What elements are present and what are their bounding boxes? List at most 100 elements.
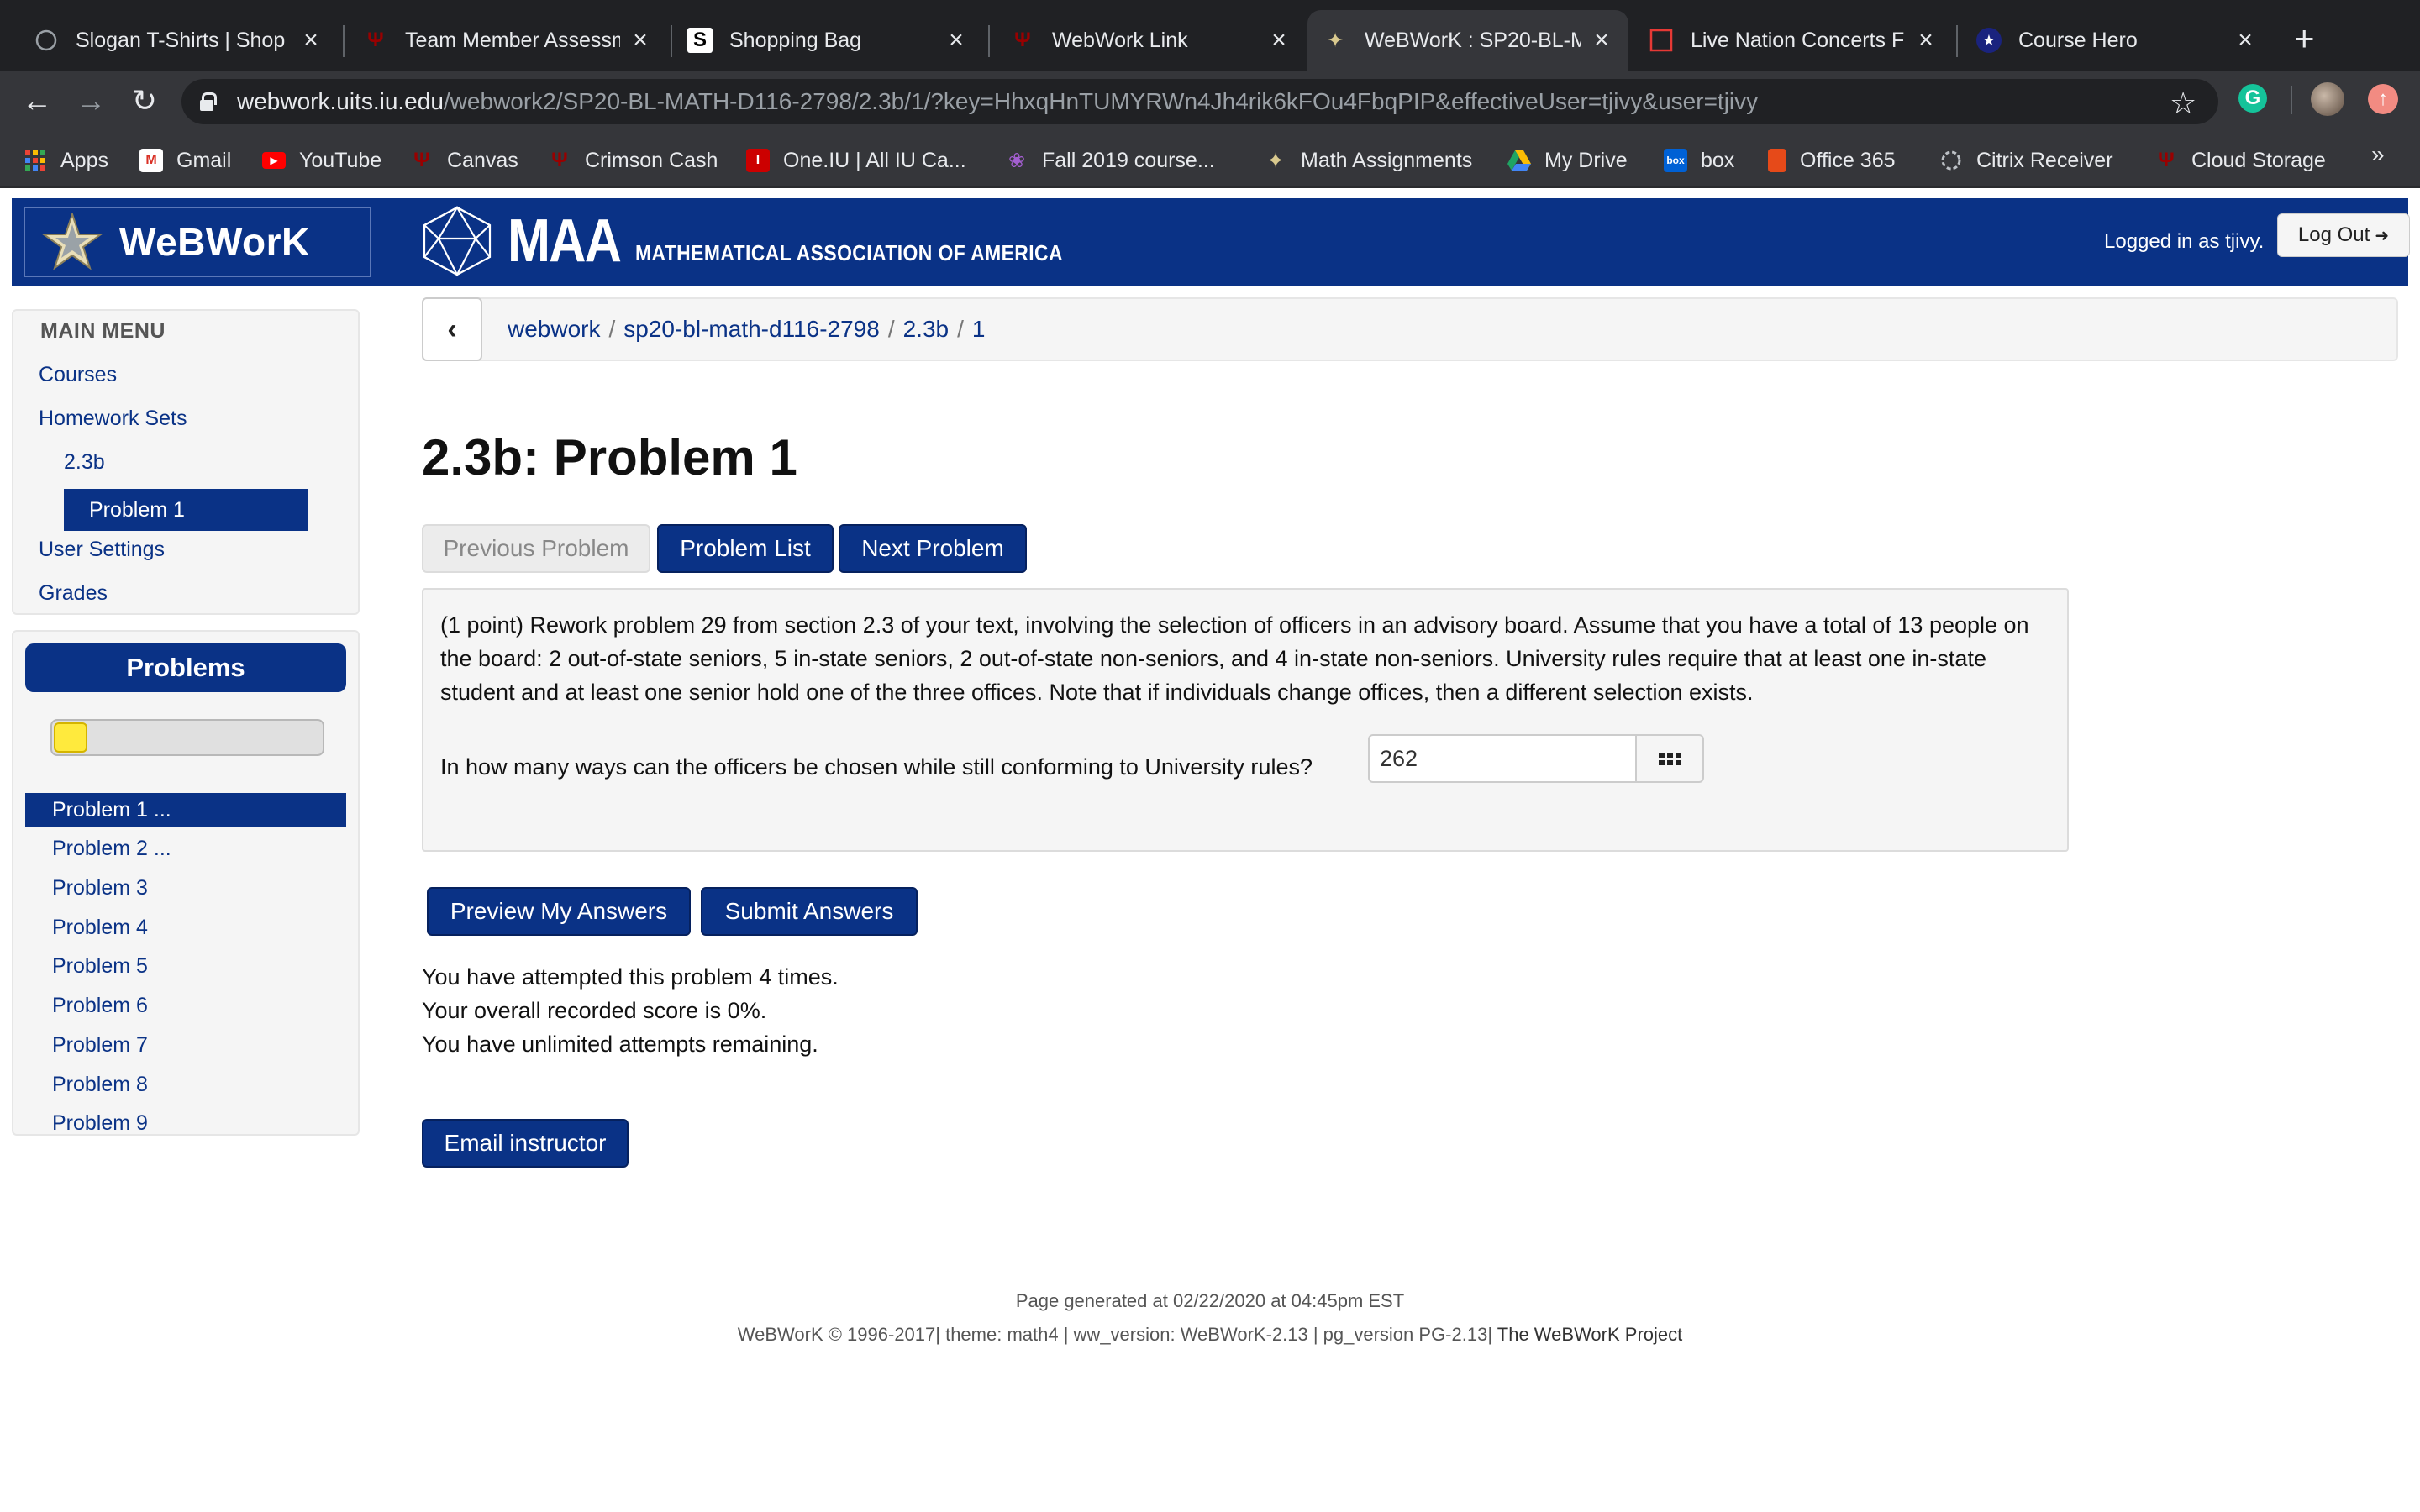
close-icon[interactable]: × (1267, 26, 1291, 55)
back-arrow-icon[interactable]: ← (20, 83, 54, 118)
webwork-logo[interactable]: WeBWorK (24, 207, 371, 277)
browser-tab[interactable]: Ψ WebWork Link × (995, 10, 1306, 71)
breadcrumb-webwork[interactable]: webwork (508, 316, 600, 342)
answer-input[interactable]: 262 (1368, 734, 1639, 783)
course-hero-icon: ★ (1976, 28, 2002, 53)
tab-title: WeBWorK : SP20-BL-M (1365, 28, 1581, 52)
s-logo-icon: S (687, 28, 713, 53)
sign-out-icon: ➜ (2375, 226, 2390, 245)
equation-editor-button[interactable] (1635, 734, 1704, 783)
footer-generated: Page generated at 02/22/2020 at 04:45pm … (1015, 1290, 1405, 1311)
browser-tab[interactable]: Slogan T-Shirts | Shop × (18, 10, 338, 71)
bookmark-fall-2019[interactable]: ❀ Fall 2019 course... (1005, 144, 1215, 176)
previous-problem-button[interactable]: Previous Problem (422, 524, 650, 573)
maa-logo[interactable]: MAA MATHEMATICAL ASSOCIATION OF AMERICA (420, 203, 1121, 279)
browser-tab-active[interactable]: ✦ WeBWorK : SP20-BL-M × (1307, 10, 1628, 71)
problem-link-5[interactable]: Problem 5 (25, 949, 346, 983)
progress-bar-fill (54, 722, 87, 753)
reload-icon[interactable]: ↻ (128, 83, 161, 118)
grammarly-icon[interactable]: G (2238, 84, 2267, 113)
sidebar-item-homework-sets[interactable]: Homework Sets (39, 407, 187, 431)
email-instructor-button[interactable]: Email instructor (422, 1119, 629, 1168)
webwork-star-icon: ✦ (1326, 29, 1344, 52)
apps-grid-icon (24, 149, 47, 172)
close-icon[interactable]: × (299, 26, 323, 55)
bookmark-math-assignments[interactable]: ✦ Math Assignments (1264, 144, 1472, 176)
browser-tab[interactable]: Ψ Team Member Assessm × (348, 10, 667, 71)
bookmark-cloud-storage[interactable]: Ψ Cloud Storage (2154, 144, 2326, 176)
remaining-attempts-status: You have unlimited attempts remaining. (422, 1032, 818, 1057)
breadcrumb-course[interactable]: sp20-bl-math-d116-2798 (623, 316, 880, 342)
sidebar-item-user-settings[interactable]: User Settings (39, 538, 165, 562)
bookmark-canvas[interactable]: Ψ Canvas (410, 144, 518, 176)
footer-version: WeBWorK © 1996-2017| theme: math4 | ww_v… (0, 1324, 2420, 1346)
problem-link-8[interactable]: Problem 8 (25, 1068, 346, 1101)
forward-arrow-icon[interactable]: → (74, 83, 108, 118)
tab-title: WebWork Link (1052, 28, 1188, 52)
problem-link-3[interactable]: Problem 3 (25, 871, 346, 905)
browser-tab[interactable]: ★ Course Hero × (1961, 10, 2272, 71)
maa-logo-text: MAA (508, 207, 622, 275)
next-problem-button[interactable]: Next Problem (839, 524, 1027, 573)
problem-link-4[interactable]: Problem 4 (25, 911, 346, 944)
close-icon[interactable]: × (2233, 26, 2257, 55)
live-nation-icon (1649, 28, 1674, 53)
score-status: Your overall recorded score is 0%. (422, 998, 767, 1023)
problems-title: Problems (25, 643, 346, 692)
update-arrow-icon[interactable]: ↑ (2368, 84, 2398, 114)
citrix-icon (1939, 149, 1963, 172)
bookmark-office-365[interactable]: Office 365 (1768, 144, 1896, 176)
breadcrumb: ‹ webwork / sp20-bl-math-d116-2798 / 2.3b / 1 (422, 297, 2398, 361)
sidebar-item-courses[interactable]: Courses (39, 363, 117, 387)
page-title: 2.3b: Problem 1 (422, 429, 797, 486)
bookmark-label: Crimson Cash (585, 148, 718, 172)
problem-link-7[interactable]: Problem 7 (25, 1028, 346, 1062)
bookmark-label: Gmail (176, 148, 232, 172)
bookmark-one-iu[interactable]: I One.IU | All IU Ca... (746, 144, 966, 176)
logged-in-status: Logged in as tjivy. (2104, 230, 2265, 253)
bookmark-my-drive[interactable]: My Drive (1507, 144, 1628, 176)
bookmark-apps[interactable]: Apps (24, 144, 108, 176)
tab-title: Team Member Assessm (405, 28, 620, 52)
submit-answers-button[interactable]: Submit Answers (701, 887, 918, 936)
close-icon[interactable]: × (1914, 26, 1938, 55)
bookmark-label: Cloud Storage (2191, 148, 2326, 172)
close-icon[interactable]: × (629, 26, 652, 55)
bookmark-gmail[interactable]: M Gmail (139, 144, 231, 176)
iu-trident-icon: Ψ (551, 149, 568, 171)
problem-link-1[interactable]: Problem 1 ... (25, 793, 346, 827)
breadcrumb-separator: / (608, 316, 616, 342)
webwork-star-icon: ✦ (1266, 147, 1285, 173)
browser-tab[interactable]: S Shopping Bag × (672, 10, 983, 71)
iu-trident-icon: Ψ (367, 29, 384, 51)
bookmark-box[interactable]: box box (1664, 144, 1734, 176)
logout-button[interactable]: Log Out ➜ (2277, 213, 2410, 257)
bookmark-youtube[interactable]: ▶ YouTube (262, 144, 381, 176)
bookmark-citrix[interactable]: Citrix Receiver (1939, 144, 2113, 176)
more-bookmarks-icon[interactable]: » (2371, 141, 2385, 168)
profile-avatar[interactable] (2311, 82, 2344, 116)
problem-link-2[interactable]: Problem 2 ... (25, 832, 346, 865)
sidebar-item-grades[interactable]: Grades (39, 581, 108, 606)
breadcrumb-set[interactable]: 2.3b (903, 316, 950, 342)
progress-bar (50, 719, 324, 756)
bookmarks-bar: Apps M Gmail ▶ YouTube Ψ Canvas Ψ Crimso… (0, 133, 2420, 188)
breadcrumb-problem[interactable]: 1 (972, 316, 986, 342)
browser-tab[interactable]: Live Nation Concerts F × (1634, 10, 1953, 71)
problem-link-6[interactable]: Problem 6 (25, 989, 346, 1022)
bookmark-label: Citrix Receiver (1976, 148, 2113, 172)
address-bar[interactable]: webwork.uits.iu.edu/webwork2/SP20-BL-MAT… (182, 79, 2218, 124)
webwork-project-link[interactable]: The WeBWorK Project (1497, 1324, 1682, 1345)
new-tab-icon[interactable]: + (2294, 18, 2315, 59)
preview-answers-button[interactable]: Preview My Answers (427, 887, 691, 936)
problem-list-button[interactable]: Problem List (657, 524, 834, 573)
bookmark-star-icon[interactable]: ☆ (2170, 86, 2196, 121)
iu-trident-icon: Ψ (1014, 29, 1031, 51)
close-icon[interactable]: × (1590, 26, 1613, 55)
close-icon[interactable]: × (944, 26, 968, 55)
sidebar-item-problem-1[interactable]: Problem 1 (64, 489, 308, 531)
problem-link-9[interactable]: Problem 9 (25, 1106, 346, 1140)
sidebar-item-set-2-3b[interactable]: 2.3b (64, 450, 105, 475)
bookmark-crimson-cash[interactable]: Ψ Crimson Cash (548, 144, 718, 176)
chevron-left-icon[interactable]: ‹ (422, 297, 482, 361)
